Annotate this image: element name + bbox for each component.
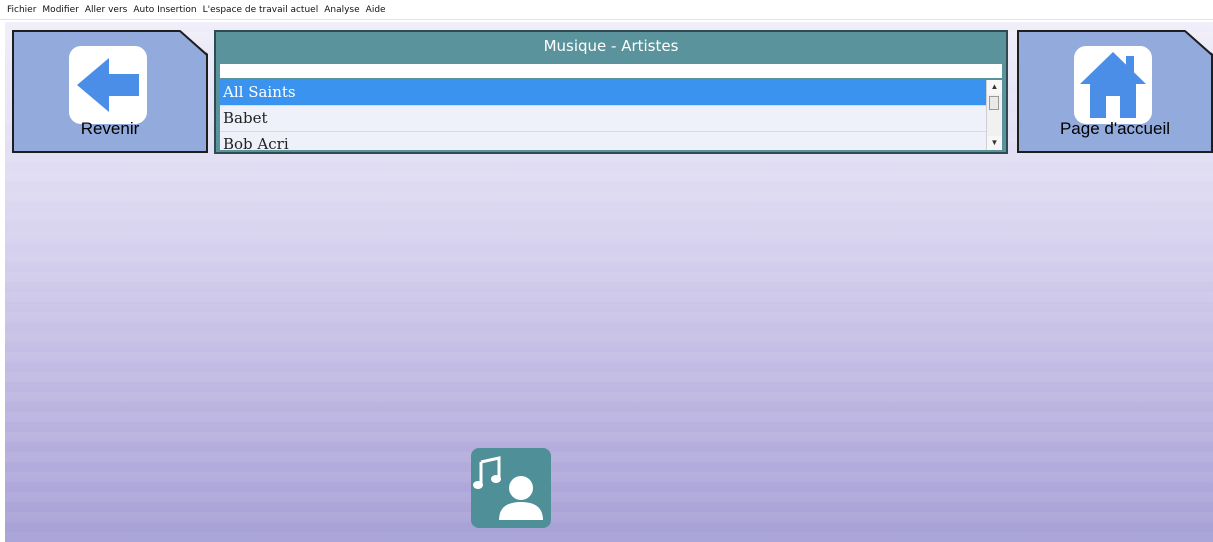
scroll-down-icon[interactable]: ▼ <box>987 136 1002 150</box>
home-button[interactable]: Page d'accueil <box>1017 30 1213 153</box>
menu-aller-vers[interactable]: Aller vers <box>82 5 131 15</box>
artists-listbox[interactable]: All Saints Babet Bob Acri ▲ ▼ <box>220 80 1002 150</box>
menu-analyse[interactable]: Analyse <box>321 5 362 15</box>
scroll-up-icon[interactable]: ▲ <box>987 80 1002 94</box>
back-button[interactable]: Revenir <box>12 30 208 153</box>
arrow-left-icon <box>77 58 139 112</box>
menu-aide[interactable]: Aide <box>363 5 389 15</box>
list-scrollbar[interactable]: ▲ ▼ <box>986 80 1002 150</box>
list-title: Musique - Artistes <box>543 37 679 55</box>
home-label: Page d'accueil <box>1059 119 1171 138</box>
list-item-babet[interactable]: Babet <box>220 106 986 132</box>
back-label: Revenir <box>80 119 140 138</box>
music-artist-button[interactable] <box>471 448 551 528</box>
list-item-all-saints[interactable]: All Saints <box>220 80 986 106</box>
list-item-bob-acri[interactable]: Bob Acri <box>220 132 986 150</box>
artists-list-panel: Musique - Artistes All Saints Babet Bob … <box>214 30 1008 154</box>
house-icon <box>1080 52 1146 118</box>
home-icon-box <box>1074 46 1152 124</box>
menu-auto-insertion[interactable]: Auto Insertion <box>130 5 199 15</box>
scroll-thumb[interactable] <box>989 96 999 110</box>
back-icon-box <box>69 46 147 124</box>
menu-espace-travail[interactable]: L'espace de travail actuel <box>200 5 322 15</box>
music-artist-icon <box>473 456 543 520</box>
menu-fichier[interactable]: Fichier <box>4 5 39 15</box>
menu-modifier[interactable]: Modifier <box>39 5 81 15</box>
list-rows: All Saints Babet Bob Acri <box>220 80 986 150</box>
list-filter-strip[interactable] <box>220 64 1002 78</box>
menu-bar: Fichier Modifier Aller vers Auto Inserti… <box>0 0 1213 20</box>
